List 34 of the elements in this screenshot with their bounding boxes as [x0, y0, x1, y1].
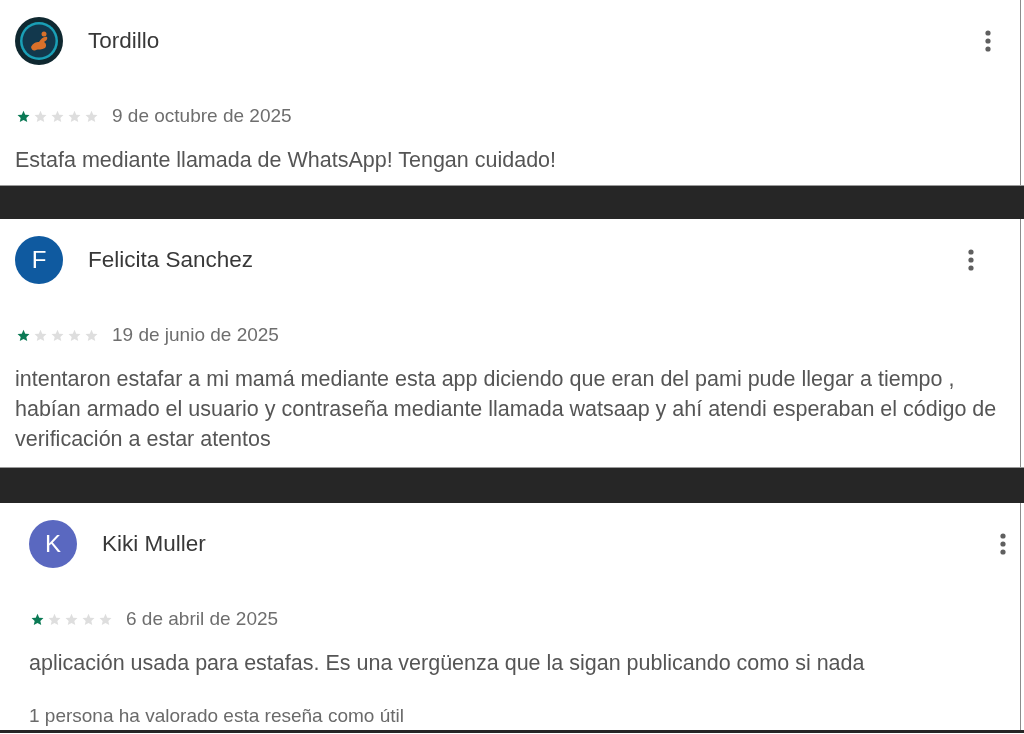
review-date: 9 de octubre de 2025 — [112, 105, 292, 127]
review-date: 6 de abril de 2025 — [126, 608, 279, 630]
star-icon — [51, 109, 64, 123]
vertical-dots-icon — [1000, 532, 1006, 556]
star-icon — [68, 109, 81, 123]
helpful-note: 1 persona ha valorado esta reseña como útil — [29, 704, 405, 728]
star-icon — [68, 328, 81, 342]
letter-avatar: F — [15, 236, 63, 284]
star-icon — [65, 612, 78, 626]
letter-avatar: K — [29, 520, 77, 568]
star-icon — [34, 328, 47, 342]
more-options-button[interactable] — [984, 28, 992, 54]
star-icon — [85, 109, 98, 123]
star-icon — [17, 328, 30, 342]
review-text: intentaron estafar a mi mamá mediante esta app diciendo que eran del pami pude llegar a tiempo , habían armado el usuario y contraseña mediante llamada watsaap y ahí atendi esperaban el código de verificación a estar atentos — [15, 366, 998, 453]
avatar-icon — [15, 17, 63, 65]
vertical-dots-icon — [985, 29, 991, 53]
more-options-button[interactable] — [967, 247, 975, 273]
star-icon — [48, 612, 61, 626]
author-name: Tordillo — [88, 28, 161, 54]
author-name: Kiki Muller — [102, 531, 207, 557]
star-icon — [51, 328, 64, 342]
review-text: Estafa mediante llamada de WhatsApp! Tengan cuidado! — [15, 147, 558, 174]
review-text: aplicación usada para estafas. Es una vergüenza que la sigan publicando como si nada — [29, 650, 866, 677]
review-date: 19 de junio de 2025 — [112, 324, 279, 346]
author-name: Felicita Sanchez — [88, 247, 255, 273]
vertical-dots-icon — [968, 248, 974, 272]
star-icon — [17, 109, 30, 123]
more-options-button[interactable] — [999, 531, 1007, 557]
star-icon — [85, 328, 98, 342]
star-icon — [99, 612, 112, 626]
star-icon — [82, 612, 95, 626]
star-icon — [31, 612, 44, 626]
star-icon — [34, 109, 47, 123]
